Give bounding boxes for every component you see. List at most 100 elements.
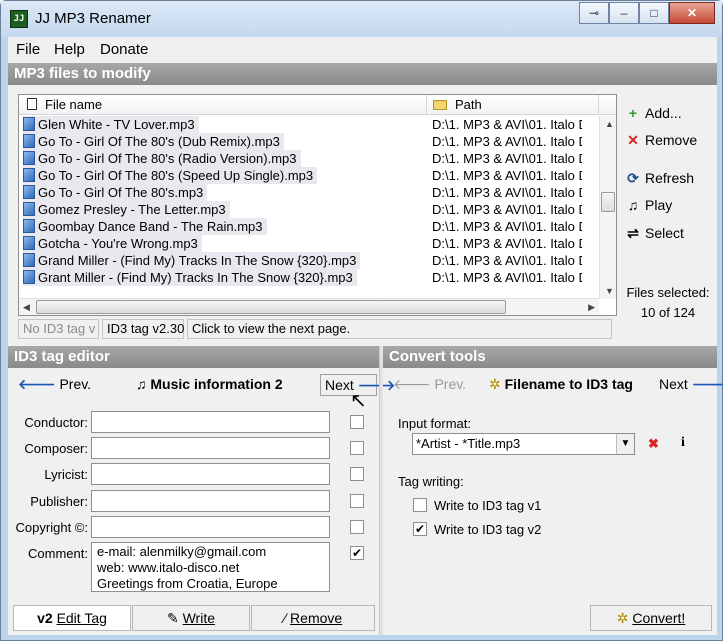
tag-prev-button[interactable]: 🡐 Prev.	[14, 374, 95, 396]
composer-field[interactable]	[91, 437, 330, 459]
conductor-label: Conductor:	[24, 415, 88, 430]
remove-tag-button[interactable]: ⁄ Remove	[251, 605, 375, 631]
comment-line: web: www.italo-disco.net	[97, 560, 240, 575]
comment-label: Comment:	[28, 546, 88, 561]
mp3-file-icon	[23, 253, 35, 267]
table-row[interactable]: Glen White - TV Lover.mp3 D:\1. MP3 & AVI…	[19, 116, 599, 133]
copyright-label: Copyright ©:	[15, 520, 88, 535]
menu-help[interactable]: Help	[54, 41, 85, 58]
file-rows: Glen White - TV Lover.mp3 D:\1. MP3 & AVI…	[19, 116, 599, 296]
close-button[interactable]: ✕	[669, 2, 715, 24]
arrow-left-icon: 🡐	[393, 376, 431, 392]
tag-next-button[interactable]: Next 🡒	[320, 374, 395, 396]
menu-file[interactable]: File	[16, 41, 40, 58]
write-button[interactable]: ✎ Write	[132, 605, 250, 631]
file-icon	[27, 98, 37, 110]
table-row[interactable]: Grand Miller - (Find My) Tracks In The S…	[19, 252, 599, 269]
tag-editor-header: ID3 tag editor	[8, 346, 379, 368]
convert-page-title: ✲ Filename to ID3 tag	[485, 374, 637, 396]
composer-checkbox[interactable]	[350, 441, 364, 455]
panel-splitter[interactable]	[379, 346, 383, 635]
plus-icon: +	[628, 105, 638, 121]
convert-button[interactable]: ✲ Convert!	[590, 605, 712, 631]
pencil-icon: ✎	[166, 610, 179, 626]
chevron-down-icon[interactable]: ▼	[616, 434, 634, 454]
select-button[interactable]: ⇌ Select	[625, 223, 684, 243]
file-path: D:\1. MP3 & AVI\01. Italo Di	[432, 202, 582, 217]
publisher-field[interactable]	[91, 490, 330, 512]
file-name: Go To - Girl Of The 80's (Dub Remix).mp3	[38, 134, 280, 149]
table-row[interactable]: Go To - Girl Of The 80's (Speed Up Singl…	[19, 167, 599, 184]
pin-icon[interactable]: ⊸	[579, 2, 609, 24]
write-v1-checkbox[interactable]	[413, 498, 427, 512]
scroll-right-icon[interactable]: ▶	[588, 302, 595, 313]
table-row[interactable]: Grant Miller - (Find My) Tracks In The S…	[19, 269, 599, 286]
publisher-label: Publisher:	[30, 494, 88, 509]
column-spacer	[599, 95, 616, 115]
scroll-up-icon[interactable]: ▲	[605, 119, 614, 129]
convert-tools-header: Convert tools	[383, 346, 717, 368]
mp3-file-icon	[23, 168, 35, 182]
publisher-checkbox[interactable]	[350, 494, 364, 508]
lyricist-checkbox[interactable]	[350, 467, 364, 481]
maximize-button[interactable]: □	[639, 2, 669, 24]
horizontal-scroll-thumb[interactable]	[36, 300, 506, 314]
file-list[interactable]: File name Path Glen White - TV Lover.mp3…	[18, 94, 617, 316]
file-name: Go To - Girl Of The 80's.mp3	[38, 185, 204, 200]
lyricist-field[interactable]	[91, 463, 330, 485]
table-row[interactable]: Go To - Girl Of The 80's (Radio Version)…	[19, 150, 599, 167]
scroll-down-icon[interactable]: ▼	[605, 286, 614, 296]
file-path: D:\1. MP3 & AVI\01. Italo Di	[432, 168, 582, 183]
comment-checkbox[interactable]: ✔	[350, 546, 364, 560]
table-row[interactable]: Go To - Girl Of The 80's.mp3 D:\1. MP3 & …	[19, 184, 599, 201]
scroll-left-icon[interactable]: ◀	[23, 302, 30, 313]
table-row[interactable]: Gotcha - You're Wrong.mp3 D:\1. MP3 & AVI…	[19, 235, 599, 252]
no-id3-tag-indicator: No ID3 tag v	[18, 319, 99, 339]
remove-button[interactable]: ✕ Remove	[625, 130, 697, 150]
composer-label: Composer:	[24, 441, 88, 456]
clear-format-icon[interactable]: ✖	[648, 436, 659, 452]
files-selected-label: Files selected:	[626, 285, 710, 300]
file-path: D:\1. MP3 & AVI\01. Italo Di	[432, 270, 582, 285]
comment-field[interactable]: e-mail: alenmilky@gmail.com web: www.ita…	[91, 542, 330, 592]
edit-tag-button[interactable]: v2 Edit Tag	[13, 605, 131, 631]
file-path: D:\1. MP3 & AVI\01. Italo Di	[432, 219, 582, 234]
add-button[interactable]: + Add...	[625, 103, 682, 123]
vertical-scrollbar[interactable]: ▲ ▼	[599, 116, 616, 299]
refresh-button[interactable]: ⟳ Refresh	[625, 168, 694, 188]
file-path: D:\1. MP3 & AVI\01. Italo Di	[432, 185, 582, 200]
file-name: Gomez Presley - The Letter.mp3	[38, 202, 226, 217]
horizontal-scrollbar[interactable]: ◀ ▶	[19, 298, 599, 315]
conductor-field[interactable]	[91, 411, 330, 433]
column-file-name[interactable]: File name	[19, 95, 427, 115]
title-bar[interactable]: JJ JJ MP3 Renamer ⊸ – □ ✕	[1, 1, 722, 37]
menu-donate[interactable]: Donate	[100, 41, 148, 58]
mp3-file-icon	[23, 151, 35, 165]
conductor-checkbox[interactable]	[350, 415, 364, 429]
write-v2-checkbox[interactable]: ✔	[413, 522, 427, 536]
play-button[interactable]: ♫ Play	[625, 195, 672, 215]
music-note-icon: ♫	[136, 376, 147, 392]
column-path[interactable]: Path	[427, 95, 599, 115]
file-name: Grant Miller - (Find My) Tracks In The S…	[38, 270, 353, 285]
remove-button-label: Remove	[645, 132, 698, 148]
file-path: D:\1. MP3 & AVI\01. Italo Di	[432, 151, 582, 166]
next-page-hint[interactable]: Click to view the next page.	[187, 319, 612, 339]
minimize-button[interactable]: –	[609, 2, 639, 24]
file-name: Glen White - TV Lover.mp3	[38, 117, 195, 132]
table-row[interactable]: Go To - Girl Of The 80's (Dub Remix).mp3…	[19, 133, 599, 150]
tag-version-icon: v2	[37, 610, 53, 626]
tag-prev-label: Prev.	[59, 376, 92, 392]
copyright-field[interactable]	[91, 516, 330, 538]
id3-v2-indicator: ID3 tag v2.30	[102, 319, 184, 339]
table-row[interactable]: Gomez Presley - The Letter.mp3 D:\1. MP3 …	[19, 201, 599, 218]
copyright-checkbox[interactable]	[350, 520, 364, 534]
table-row[interactable]: Goombay Dance Band - The Rain.mp3 D:\1. M…	[19, 218, 599, 235]
convert-next-button[interactable]: Next 🡒	[655, 374, 723, 396]
vertical-scroll-thumb[interactable]	[601, 192, 615, 212]
column-path-label: Path	[455, 97, 482, 112]
mp3-file-icon	[23, 270, 35, 284]
info-icon[interactable]: i	[681, 435, 685, 451]
file-path: D:\1. MP3 & AVI\01. Italo Di	[432, 134, 582, 149]
input-format-select[interactable]: *Artist - *Title.mp3 ▼	[412, 433, 635, 455]
